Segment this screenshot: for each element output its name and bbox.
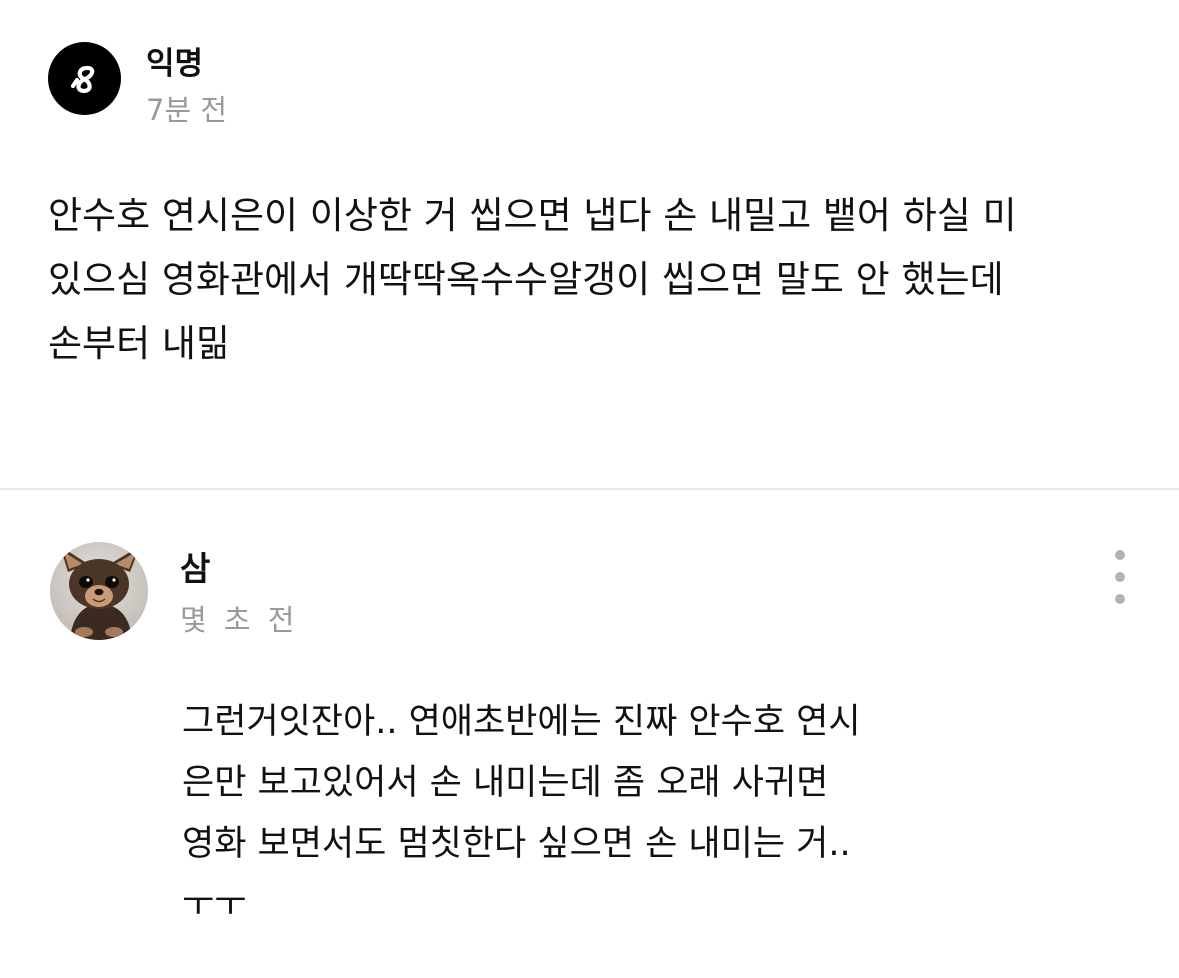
post-author: 익명 (146, 46, 204, 82)
anonymous-avatar[interactable] (48, 42, 121, 115)
comment-body-line: 은만 보고있어서 손 내미는데 좀 오래 사귀면 (182, 763, 829, 803)
divider (0, 488, 1179, 490)
more-vertical-icon-dot (1115, 594, 1125, 604)
post-body-line: 손부터 내밂 (48, 322, 230, 365)
post-body: 안수호 연시은이 이상한 거 씹으면 냅다 손 내밀고 뱉어 하실 미 있으심 … (48, 184, 1148, 376)
post-timestamp: 7분 전 (146, 93, 228, 127)
more-options-button[interactable] (1100, 550, 1140, 604)
post-body-line: 있으심 영화관에서 개딱딱옥수수알갱이 씹으면 말도 안 했는데 (48, 258, 1004, 301)
comment-author: 삼 (180, 549, 211, 588)
more-vertical-icon (1115, 550, 1125, 560)
logo-icon (70, 65, 94, 93)
comment-body-line: 그런거잇잔아.. 연애초반에는 진짜 안수호 연시 (182, 702, 861, 742)
chihuahua-avatar-image (50, 542, 148, 640)
comment-body-line: ㅜㅜ (182, 885, 247, 925)
comment-body-line: 영화 보면서도 멈칫한다 싶으면 손 내미는 거.. (182, 824, 851, 864)
comment-body: 그런거잇잔아.. 연애초반에는 진짜 안수호 연시 은만 보고있어서 손 내미는… (182, 692, 1082, 978)
more-vertical-icon-dot (1115, 572, 1125, 582)
post-body-line: 안수호 연시은이 이상한 거 씹으면 냅다 손 내밀고 뱉어 하실 미 (48, 194, 1017, 237)
comment-timestamp: 몇 초 전 (180, 603, 299, 637)
comment-avatar[interactable] (50, 542, 148, 640)
post: 익명 7분 전 안수호 연시은이 이상한 거 씹으면 냅다 손 내밀고 뱉어 하… (0, 0, 1179, 490)
